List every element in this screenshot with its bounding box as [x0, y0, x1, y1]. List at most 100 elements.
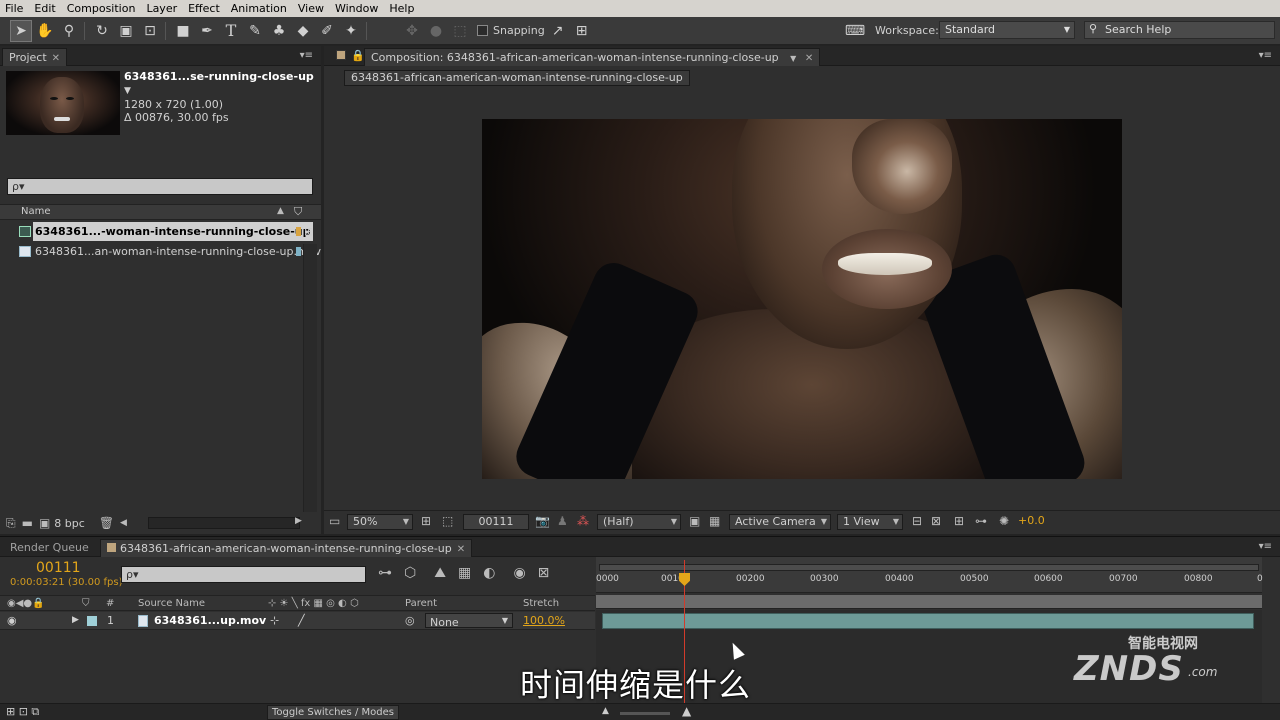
- region-of-interest-icon[interactable]: ▣: [689, 514, 700, 530]
- menu-view[interactable]: View: [293, 0, 330, 17]
- tab-project[interactable]: Project ✕: [2, 48, 68, 66]
- pan-behind-tool-icon[interactable]: ⊡: [139, 20, 161, 42]
- world-axis-icon[interactable]: ●: [425, 20, 447, 42]
- label-tag-icon[interactable]: ⛉: [294, 205, 302, 219]
- mask-visibility-icon[interactable]: ⬚: [442, 514, 453, 530]
- composition-viewer[interactable]: [482, 119, 1122, 479]
- new-folder-icon[interactable]: ▬: [22, 516, 33, 530]
- current-time-field[interactable]: 00111: [463, 514, 529, 530]
- scroll-left-icon[interactable]: ◀: [120, 518, 127, 528]
- expand-arrow-icon[interactable]: ▶: [72, 615, 79, 625]
- resolution-select[interactable]: (Half) ▼: [597, 514, 681, 530]
- layer-switches-icon[interactable]: ⊞ ⊡ ⧉: [6, 705, 39, 719]
- sort-arrow-icon[interactable]: ▲: [277, 206, 284, 216]
- zoom-out-icon[interactable]: ▲: [602, 706, 609, 716]
- timeline-search-input[interactable]: ρ▾: [121, 566, 366, 583]
- pen-tool-icon[interactable]: ✒: [196, 20, 218, 42]
- switches-icons[interactable]: ⊹ ☀ ╲ fx ▦ ◎ ◐ ⬡: [268, 598, 359, 609]
- zoom-in-icon[interactable]: ▲: [682, 704, 691, 718]
- timeline-layer-row[interactable]: ◉ ▶ 1 6348361...up.mov ⊹ ╱ ◎ None ▼ 100.…: [0, 612, 595, 630]
- project-search-input[interactable]: ρ▾: [7, 178, 313, 195]
- work-area-bar[interactable]: [596, 595, 1262, 609]
- menu-edit[interactable]: Edit: [29, 0, 61, 17]
- menu-layer[interactable]: Layer: [141, 0, 183, 17]
- label-tag-icon[interactable]: ⛉: [82, 598, 90, 609]
- magnification-select[interactable]: 50% ▼: [347, 514, 413, 530]
- snap-edges-icon[interactable]: ↗: [547, 20, 569, 42]
- timeline-scrollbar[interactable]: [1264, 557, 1278, 703]
- time-ruler[interactable]: 0000 00100 00200 00300 00400 00500 00600…: [596, 557, 1263, 593]
- scroll-right-icon[interactable]: ▶: [295, 516, 302, 526]
- project-item-footage[interactable]: 6348361...an-woman-intense-running-close…: [0, 242, 321, 261]
- panel-menu-icon[interactable]: ▾≡: [1259, 50, 1272, 61]
- menu-window[interactable]: Window: [330, 0, 384, 17]
- trash-icon[interactable]: 🗑: [99, 516, 114, 530]
- roto-brush-tool-icon[interactable]: ✐: [316, 20, 338, 42]
- panel-menu-icon[interactable]: ▾≡: [300, 50, 313, 61]
- puppet-pin-tool-icon[interactable]: ✦: [340, 20, 362, 42]
- rotate-tool-icon[interactable]: ↻: [91, 20, 113, 42]
- flowchart-icon[interactable]: ⊞: [304, 225, 313, 238]
- label-color-chip[interactable]: [296, 227, 301, 236]
- chevron-down-icon[interactable]: ▼: [790, 54, 796, 63]
- graph-editor-icon[interactable]: ⊠: [538, 565, 550, 581]
- parent-select[interactable]: None ▼: [425, 613, 513, 629]
- pick-whip-icon[interactable]: ◎: [405, 614, 415, 627]
- project-hscrollbar[interactable]: [148, 517, 300, 529]
- menu-effect[interactable]: Effect: [183, 0, 226, 17]
- menu-animation[interactable]: Animation: [226, 0, 293, 17]
- zoom-tool-icon[interactable]: ⚲: [58, 20, 80, 42]
- snapshot-icon[interactable]: 📷: [535, 514, 550, 530]
- bit-depth-button[interactable]: 8 bpc: [54, 517, 85, 530]
- fast-previews-icon[interactable]: ⊠: [931, 514, 941, 530]
- flowchart-icon[interactable]: ⊶: [975, 514, 987, 530]
- label-color-chip[interactable]: [87, 616, 97, 626]
- workspace-icon[interactable]: ⌨: [844, 20, 866, 42]
- shy-layers-icon[interactable]: ⛰: [434, 565, 446, 581]
- close-icon[interactable]: ✕: [52, 53, 60, 64]
- time-navigator[interactable]: [599, 564, 1259, 571]
- av-features-icon[interactable]: ◉◀●🔒: [7, 598, 45, 609]
- camera-tool-icon[interactable]: ▣: [115, 20, 137, 42]
- label-color-chip[interactable]: [336, 50, 346, 60]
- rectangle-tool-icon[interactable]: ■: [172, 20, 194, 42]
- safe-zones-icon[interactable]: ⊞: [421, 514, 431, 530]
- transparency-grid-icon[interactable]: ▦: [709, 514, 720, 530]
- frame-blending-icon[interactable]: ▦: [458, 565, 471, 581]
- composition-breadcrumb[interactable]: 6348361-african-american-woman-intense-r…: [344, 70, 690, 86]
- timeline-icon[interactable]: ⊞: [954, 514, 964, 530]
- always-preview-icon[interactable]: ▭: [329, 514, 340, 530]
- eye-icon[interactable]: ◉: [7, 614, 17, 627]
- show-snapshot-icon[interactable]: ♟: [557, 514, 568, 530]
- toggle-pixel-aspect-icon[interactable]: ⊟: [912, 514, 922, 530]
- column-source-name[interactable]: Source Name: [138, 598, 205, 609]
- tab-render-queue[interactable]: Render Queue: [4, 539, 95, 557]
- axis-mode-icon[interactable]: ✥: [401, 20, 423, 42]
- hand-tool-icon[interactable]: ✋: [34, 20, 56, 42]
- menu-help[interactable]: Help: [384, 0, 420, 17]
- toggle-switches-modes-button[interactable]: Toggle Switches / Modes: [267, 705, 399, 720]
- lock-icon[interactable]: 🔒: [351, 49, 365, 62]
- chevron-down-icon[interactable]: ▼: [124, 86, 131, 96]
- channel-icon[interactable]: ⁂: [577, 514, 589, 530]
- workspace-select[interactable]: Standard ▼: [939, 21, 1075, 39]
- column-parent[interactable]: Parent: [405, 598, 437, 609]
- selection-tool-icon[interactable]: ➤: [10, 19, 32, 42]
- search-help-input[interactable]: ⚲ Search Help: [1084, 21, 1275, 39]
- close-icon[interactable]: ✕: [805, 53, 813, 64]
- label-color-chip[interactable]: [296, 247, 301, 256]
- current-time-display[interactable]: 00111: [36, 560, 81, 576]
- close-icon[interactable]: ✕: [457, 544, 465, 555]
- new-composition-icon[interactable]: ▣: [39, 516, 50, 530]
- layer-source-name[interactable]: 6348361...up.mov: [154, 614, 266, 627]
- column-stretch[interactable]: Stretch: [523, 598, 559, 609]
- exposure-value[interactable]: +0.0: [1018, 514, 1045, 530]
- project-item-composition[interactable]: 6348361...-woman-intense-running-close-u…: [0, 222, 313, 241]
- tab-timeline-composition[interactable]: 6348361-african-american-woman-intense-r…: [100, 539, 473, 557]
- quality-switch-icon[interactable]: ╱: [298, 614, 305, 627]
- text-tool-icon[interactable]: T: [220, 20, 242, 42]
- draft-3d-icon[interactable]: ⬡: [404, 565, 416, 581]
- eraser-tool-icon[interactable]: ◆: [292, 20, 314, 42]
- view-layout-select[interactable]: 1 View ▼: [837, 514, 903, 530]
- clone-stamp-tool-icon[interactable]: ♣: [268, 20, 290, 42]
